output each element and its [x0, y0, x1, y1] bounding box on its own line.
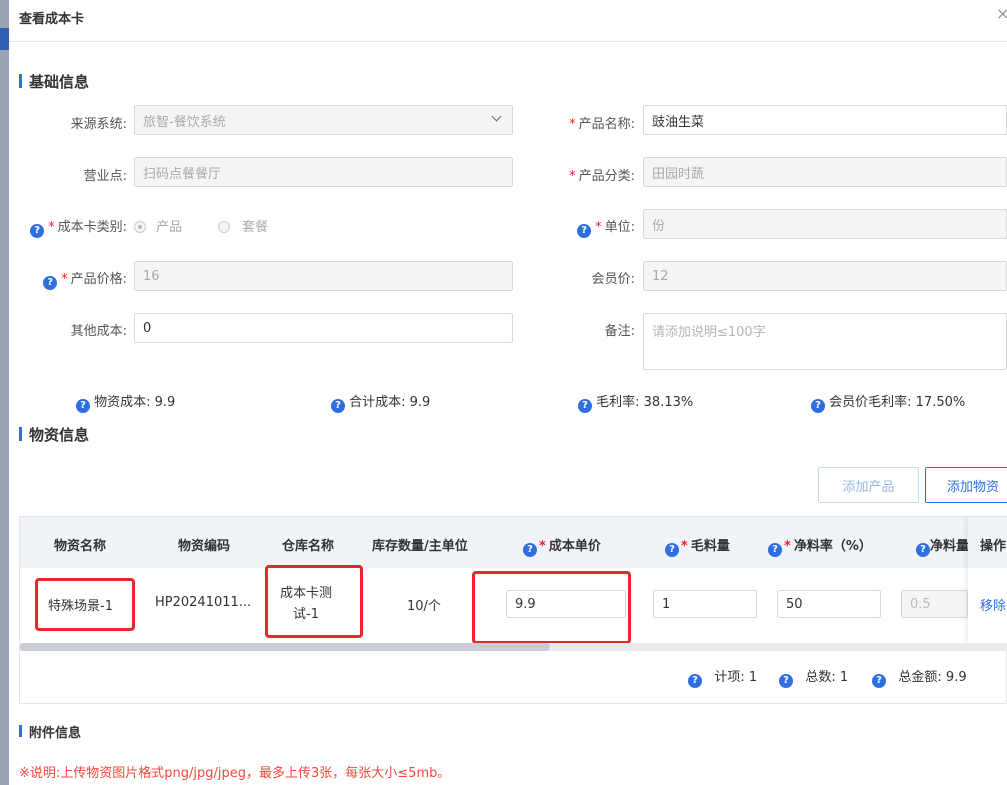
column-header: ? 净料量 [916, 535, 968, 557]
net-rate-input[interactable]: 50 [777, 590, 881, 618]
business-point-field[interactable]: 扫码点餐餐厅 [134, 157, 513, 187]
product-name-label: * 产品名称: [569, 117, 635, 132]
column-header: 物资名称 [54, 539, 107, 554]
help-icon[interactable]: ? [43, 276, 58, 290]
section-marker [19, 74, 22, 88]
column-header: ? * 成本单价 [523, 535, 601, 557]
help-icon[interactable]: ? [872, 674, 886, 688]
stat-material-cost: ? 物资成本: 9.9 [76, 391, 175, 413]
other-cost-input[interactable]: 0 [134, 313, 513, 343]
help-icon[interactable]: ? [30, 224, 45, 238]
card-type-label: ? * 成本卡类别: [17, 216, 127, 238]
remark-textarea[interactable]: 请添加说明≤100字 [643, 313, 1007, 370]
stat-member-gross-margin: ? 会员价毛利率: 17.50% [811, 391, 965, 413]
gross-qty-input[interactable]: 1 [653, 590, 757, 618]
remove-link[interactable]: 移除 [980, 595, 1006, 614]
stock-quantity: 10/个 [407, 599, 441, 614]
unit-label: ? * 单位: [560, 216, 635, 238]
product-category-field[interactable]: 田园时蔬 [643, 157, 1007, 187]
section-title-basic: 基础信息 [29, 73, 90, 91]
section-title-attachments: 附件信息 [29, 726, 82, 741]
column-header: 仓库名称 [282, 539, 335, 554]
background-overlay [0, 0, 9, 785]
product-price-label: ? * 产品价格: [17, 268, 127, 290]
summary-total-amount: ? 总金额: 9.9 [872, 666, 967, 688]
column-header: 物资编码 [178, 539, 231, 554]
add-material-button[interactable]: 添加物资 [925, 467, 1007, 503]
product-price-field[interactable]: 16 [134, 261, 513, 291]
other-cost-label: 其他成本: [70, 324, 127, 339]
upload-note: ※说明:上传物资图片格式png/jpg/jpeg，最多上传3张，每张大小≤5mb… [19, 766, 451, 781]
member-price-field[interactable]: 12 [643, 261, 1007, 291]
product-category-label: * 产品分类: [569, 169, 635, 184]
help-icon[interactable]: ? [665, 543, 679, 557]
help-icon[interactable]: ? [577, 224, 592, 238]
column-header: ? * 净料率（%） [768, 535, 872, 557]
add-product-button[interactable]: 添加产品 [818, 467, 919, 503]
help-icon[interactable]: ? [779, 674, 793, 688]
help-icon[interactable]: ? [768, 543, 782, 557]
highlight-box [35, 578, 135, 631]
help-icon[interactable]: ? [76, 399, 90, 413]
help-icon[interactable]: ? [688, 674, 702, 688]
unit-field[interactable]: 份 [643, 209, 1007, 239]
section-marker [19, 725, 22, 737]
chevron-down-icon [491, 111, 502, 122]
remark-label: 备注: [604, 324, 635, 339]
help-icon[interactable]: ? [523, 543, 537, 557]
table-scrollbar-thumb[interactable] [20, 643, 550, 651]
dialog-title: 查看成本卡 [19, 12, 85, 27]
column-header: 库存数量/主单位 [372, 539, 468, 554]
help-icon[interactable]: ? [578, 399, 592, 413]
member-price-label: 会员价: [591, 272, 635, 287]
material-code: HP20241011... [155, 595, 252, 610]
help-icon[interactable]: ? [916, 543, 930, 557]
source-system-select[interactable]: 旅智-餐饮系统 [134, 105, 513, 135]
card-type-option-product[interactable]: 产品 [134, 216, 182, 235]
source-system-value: 旅智-餐饮系统 [143, 114, 226, 130]
column-header: ? * 毛料量 [665, 535, 730, 557]
column-header: 操作 [980, 539, 1007, 554]
summary-total-count: ? 总数: 1 [779, 666, 848, 688]
net-qty-field[interactable]: 0.5 [901, 590, 968, 618]
background-accent [0, 28, 9, 50]
summary-items: ? 计项: 1 [688, 666, 757, 688]
card-type-option-combo[interactable]: 套餐 [218, 216, 268, 235]
highlight-box [265, 565, 363, 638]
help-icon[interactable]: ? [331, 399, 345, 413]
radio-checked-icon [134, 221, 146, 233]
close-icon[interactable]: × [996, 4, 1007, 23]
business-point-label: 营业点: [83, 169, 127, 184]
source-system-label: 来源系统: [70, 117, 127, 132]
section-marker [19, 427, 22, 441]
radio-unchecked-icon [218, 221, 230, 233]
stat-total-cost: ? 合计成本: 9.9 [331, 391, 430, 413]
header-divider [9, 41, 1007, 42]
help-icon[interactable]: ? [811, 399, 825, 413]
highlight-box [472, 571, 631, 644]
stat-gross-margin: ? 毛利率: 38.13% [578, 391, 693, 413]
product-name-field[interactable]: 豉油生菜 [643, 105, 1007, 135]
section-title-materials: 物资信息 [29, 426, 90, 444]
